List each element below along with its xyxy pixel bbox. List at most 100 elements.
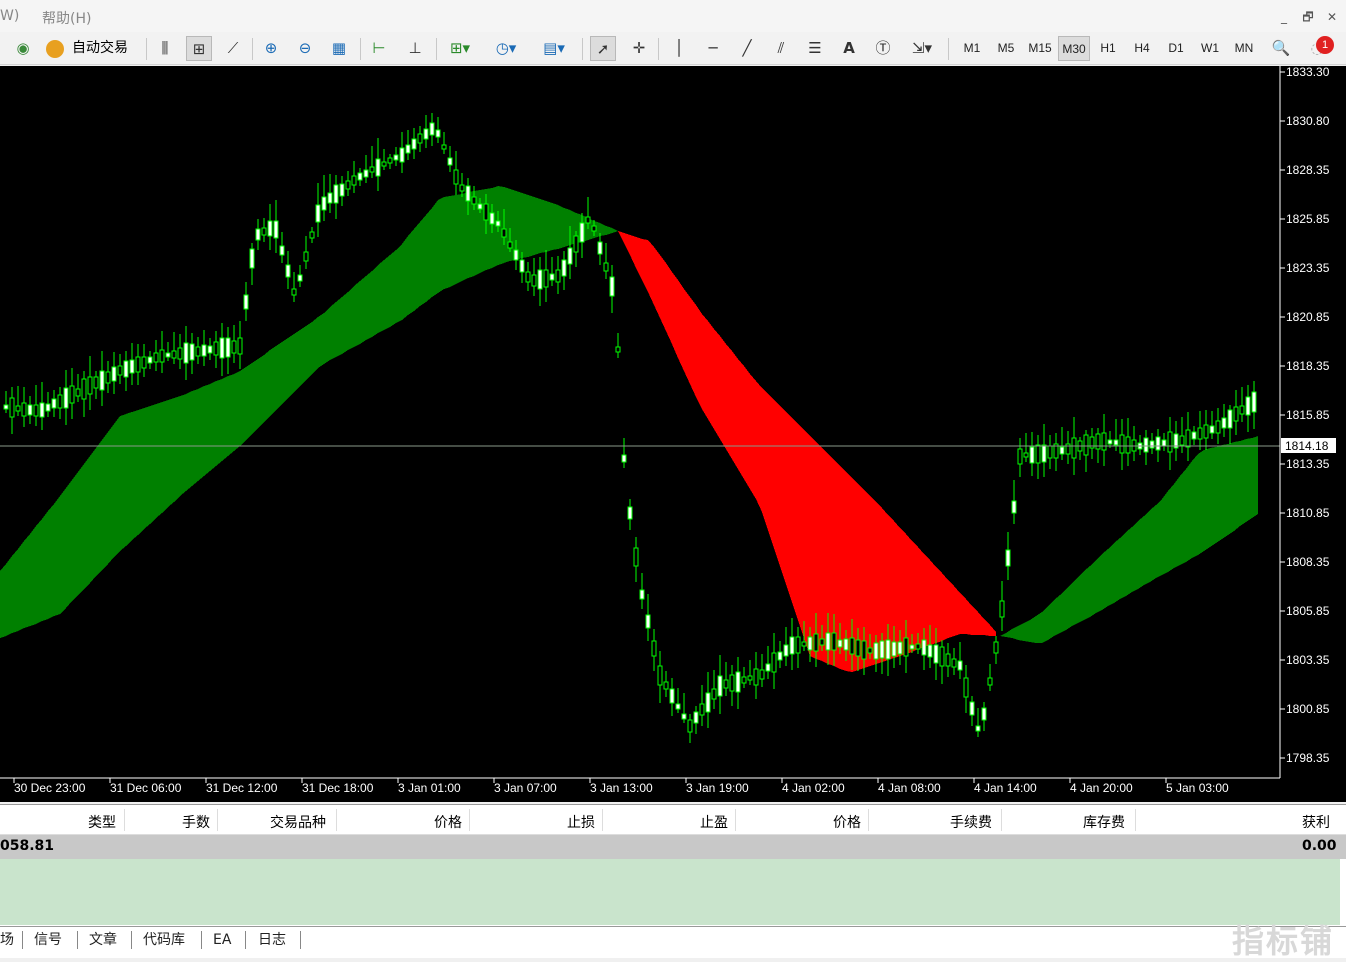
col-symbol[interactable]: 交易品种 xyxy=(270,812,326,832)
timeframe-d1[interactable]: D1 xyxy=(1160,36,1192,61)
col-takeprofit[interactable]: 止盈 xyxy=(700,812,728,832)
menu-help[interactable]: 帮助(H) xyxy=(42,8,91,28)
col-price[interactable]: 价格 xyxy=(434,812,462,832)
candle-body xyxy=(753,668,759,686)
candle-body xyxy=(993,641,999,654)
candle-body xyxy=(1245,396,1251,416)
close-button[interactable]: ✕ xyxy=(1322,8,1342,26)
candle-body xyxy=(831,632,837,651)
zoom-in-icon[interactable]: ⊕ xyxy=(258,36,284,61)
candle-body xyxy=(579,222,585,243)
candle-body xyxy=(165,352,171,358)
templates-icon[interactable]: ▤▾ xyxy=(536,36,572,61)
candle-body xyxy=(81,378,87,400)
candle-body xyxy=(423,128,429,140)
candle-body xyxy=(615,346,621,353)
alert-badge[interactable]: 1 xyxy=(1316,36,1334,54)
col-profit[interactable]: 获利 xyxy=(1302,812,1330,832)
price-chart[interactable]: 1833.30 1830.80 1828.35 1825.85 1823.35 1820.… xyxy=(0,66,1346,802)
candle-body xyxy=(195,346,201,357)
candle-body xyxy=(663,681,669,690)
periods-icon[interactable]: ◷▾ xyxy=(488,36,524,61)
text-icon[interactable]: A xyxy=(836,36,862,61)
timeframe-mn[interactable]: MN xyxy=(1228,36,1260,61)
candle-body xyxy=(843,638,849,651)
candle-body xyxy=(903,637,909,657)
bar-chart-icon[interactable]: ⫼ xyxy=(152,36,178,61)
menu-window[interactable]: W) xyxy=(0,8,19,24)
minimize-button[interactable]: _ xyxy=(1274,8,1294,26)
candle-body xyxy=(687,719,693,733)
candle-body xyxy=(483,203,489,221)
candle-body xyxy=(1209,425,1215,434)
timeframe-m5[interactable]: M5 xyxy=(990,36,1022,61)
candle-body xyxy=(357,172,363,181)
x-tick-label: 31 Dec 06:00 xyxy=(110,781,182,795)
tab-journal[interactable]: 日志 xyxy=(258,930,286,950)
col-commission[interactable]: 手续费 xyxy=(950,812,992,832)
timeframe-m30[interactable]: M30 xyxy=(1058,36,1090,61)
line-chart-icon[interactable]: ⟋ xyxy=(220,36,246,61)
candle-body xyxy=(1083,434,1089,456)
candle-body xyxy=(777,651,783,661)
candle-body xyxy=(909,644,915,650)
candle-body xyxy=(453,169,459,185)
balance-row[interactable]: 058.81 0.00 xyxy=(0,835,1346,859)
tab-ea[interactable]: EA xyxy=(213,930,231,950)
candle-body xyxy=(747,675,753,681)
globe-icon[interactable]: ◉ xyxy=(10,36,36,61)
col-lots[interactable]: 手数 xyxy=(182,812,210,832)
candle-body xyxy=(201,344,207,357)
timeframe-w1[interactable]: W1 xyxy=(1194,36,1226,61)
timeframe-h4[interactable]: H4 xyxy=(1126,36,1158,61)
cursor-icon[interactable]: ➚ xyxy=(590,36,616,61)
candle-body xyxy=(963,677,969,698)
candle-body xyxy=(639,589,645,600)
tile-windows-icon[interactable]: ▦ xyxy=(326,36,352,61)
candle-body xyxy=(213,341,219,356)
timeframe-h1[interactable]: H1 xyxy=(1092,36,1124,61)
candle-body xyxy=(345,180,351,190)
x-tick-label: 31 Dec 12:00 xyxy=(206,781,278,795)
candle-body xyxy=(171,350,177,359)
vertical-line-icon[interactable]: │ xyxy=(666,36,692,61)
candle-body xyxy=(1239,405,1245,415)
trendline-icon[interactable]: ╱ xyxy=(734,36,760,61)
indicators-icon[interactable]: ⊞▾ xyxy=(442,36,478,61)
candle-body xyxy=(585,216,591,224)
col-price-2[interactable]: 价格 xyxy=(833,812,861,832)
autoscroll-icon[interactable]: ⊢ xyxy=(366,36,392,61)
tab-signals[interactable]: 信号 xyxy=(34,930,62,950)
candle-body xyxy=(441,144,447,150)
tab-articles[interactable]: 文章 xyxy=(89,930,117,950)
candle-body xyxy=(609,276,615,297)
candle-body xyxy=(99,370,105,391)
candle-body xyxy=(789,636,795,655)
col-type[interactable]: 类型 xyxy=(88,812,116,832)
timeframe-m1[interactable]: M1 xyxy=(956,36,988,61)
timeframe-m15[interactable]: M15 xyxy=(1024,36,1056,61)
tab-market[interactable]: 场 xyxy=(0,930,14,950)
candle-body xyxy=(783,644,789,657)
crosshair-icon[interactable]: ✛ xyxy=(626,36,652,61)
candle-body xyxy=(693,711,699,724)
candle-body xyxy=(27,404,33,416)
arrows-icon[interactable]: ⇲▾ xyxy=(904,36,940,61)
chart-shift-icon[interactable]: ⊥ xyxy=(402,36,428,61)
restore-button[interactable]: 🗗 xyxy=(1298,8,1318,26)
equidistant-channel-icon[interactable]: ⫽ xyxy=(768,36,794,61)
candle-body xyxy=(183,342,189,364)
candlestick-chart-icon[interactable]: ⊞ xyxy=(186,36,212,61)
search-icon[interactable]: 🔍 xyxy=(1268,36,1294,61)
col-swap[interactable]: 库存费 xyxy=(1083,812,1125,832)
toolbar: ◉ 自动交易 ⫼ ⊞ ⟋ ⊕ ⊖ ▦ ⊢ ⊥ ⊞▾ ◷▾ ▤▾ ➚ ✛ │ ─ … xyxy=(0,32,1346,65)
bull-band-1 xyxy=(0,186,618,638)
candle-body xyxy=(531,274,537,287)
zoom-out-icon[interactable]: ⊖ xyxy=(292,36,318,61)
col-stoploss[interactable]: 止损 xyxy=(567,812,595,832)
fibonacci-icon[interactable]: ☰ xyxy=(802,36,828,61)
tab-codebase[interactable]: 代码库 xyxy=(143,930,185,950)
text-label-icon[interactable]: Ⓣ xyxy=(870,36,896,61)
horizontal-line-icon[interactable]: ─ xyxy=(700,36,726,61)
candle-body xyxy=(879,640,885,659)
